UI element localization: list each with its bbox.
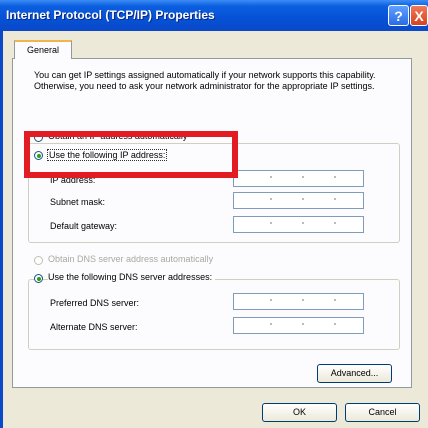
title-bar[interactable]: Internet Protocol (TCP/IP) Properties ? …: [0, 0, 428, 31]
close-button[interactable]: X: [410, 5, 428, 26]
use-following-dns-radio[interactable]: [34, 274, 43, 283]
default-gateway-field[interactable]: [233, 216, 364, 233]
ip-address-field[interactable]: [233, 170, 364, 187]
subnet-mask-label: Subnet mask:: [50, 197, 106, 207]
default-gateway-label: Default gateway:: [50, 221, 118, 231]
window-title: Internet Protocol (TCP/IP) Properties: [6, 8, 215, 22]
obtain-dns-auto-label[interactable]: Obtain DNS server address automatically: [48, 254, 213, 264]
ok-button[interactable]: OK: [262, 403, 337, 422]
subnet-mask-field[interactable]: [233, 192, 364, 209]
preferred-dns-field[interactable]: [233, 293, 364, 310]
help-button[interactable]: ?: [388, 5, 409, 26]
cancel-button[interactable]: Cancel: [345, 403, 420, 422]
help-icon: ?: [394, 8, 403, 24]
obtain-dns-auto-radio[interactable]: [34, 256, 43, 265]
alternate-dns-field[interactable]: [233, 317, 364, 334]
dns-server-group: [28, 279, 400, 350]
red-highlight-box: [24, 131, 238, 178]
tcpip-properties-dialog: Internet Protocol (TCP/IP) Properties ? …: [0, 0, 428, 428]
close-icon: X: [414, 8, 424, 24]
description-text: You can get IP settings assigned automat…: [34, 70, 376, 91]
use-following-dns-label[interactable]: Use the following DNS server addresses:: [48, 272, 216, 282]
advanced-button[interactable]: Advanced...: [317, 364, 392, 383]
preferred-dns-label: Preferred DNS server:: [50, 298, 140, 308]
alternate-dns-label: Alternate DNS server:: [50, 322, 138, 332]
tab-general[interactable]: General: [14, 40, 72, 59]
